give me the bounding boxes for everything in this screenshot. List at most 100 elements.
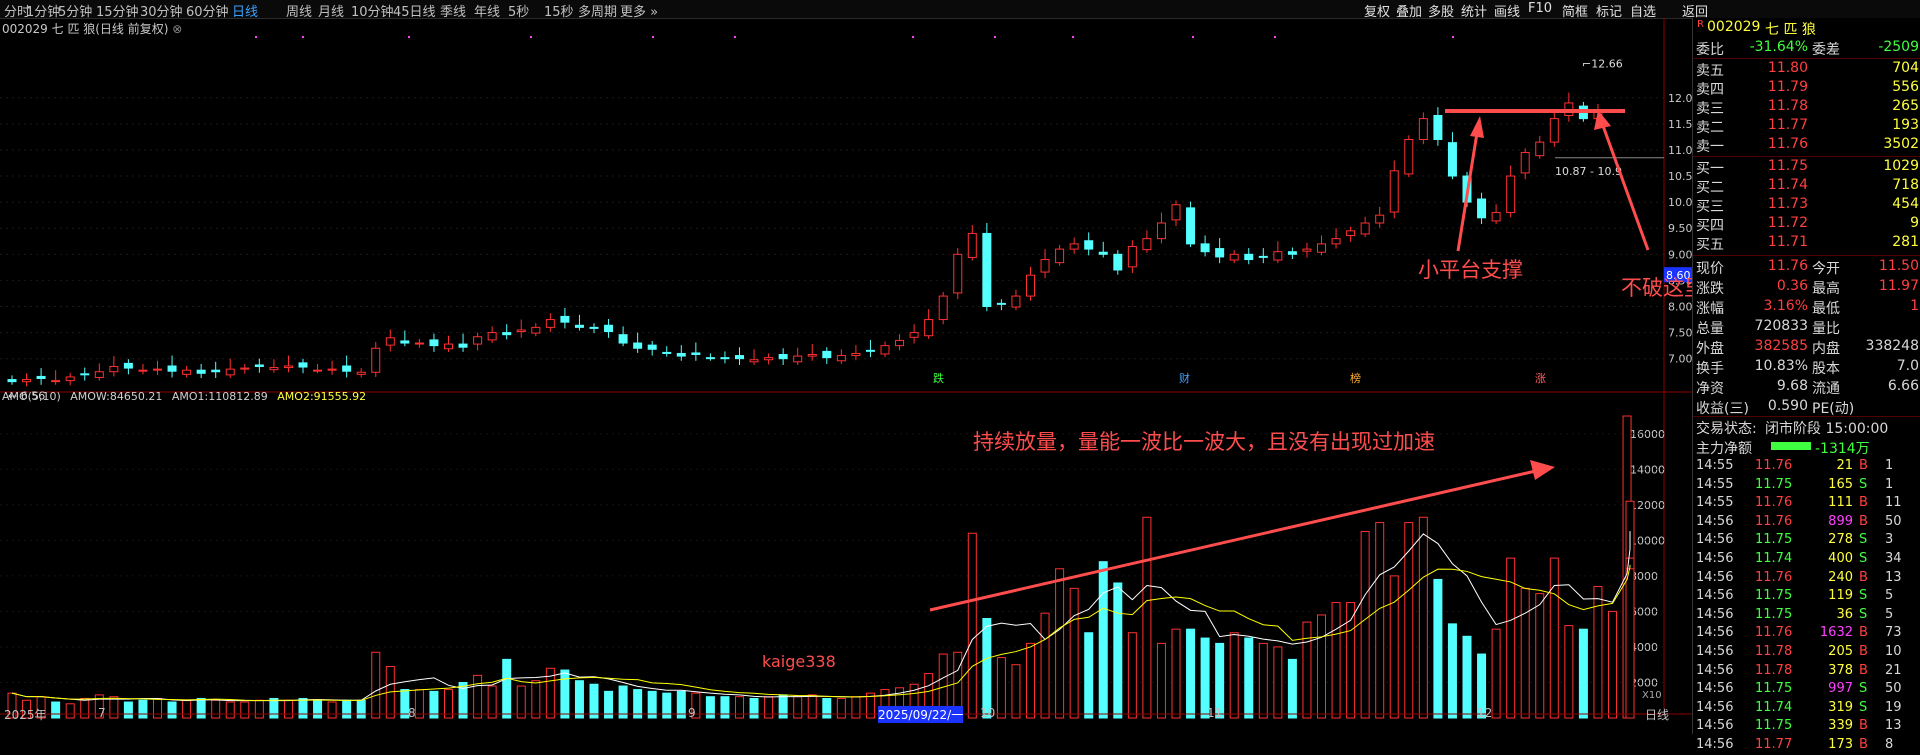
trade-row: 14:55 11.76 21 B 1 xyxy=(1696,458,1894,473)
trade-row: 14:56 11.76 240 B 13 xyxy=(1696,569,1902,585)
top-dot xyxy=(1072,36,1074,38)
trade-row: 14:56 11.78 205 B 10 xyxy=(1696,644,1902,659)
top-dot xyxy=(912,36,914,38)
price-tick: 10.00 xyxy=(1668,196,1692,209)
candle xyxy=(1302,248,1312,252)
separator xyxy=(1693,255,1920,256)
x-label: 9 xyxy=(688,706,696,720)
trade-row: 14:56 11.74 319 S 19 xyxy=(1696,699,1902,715)
candle xyxy=(225,368,235,376)
ask-level: 卖一 11.76 3502 xyxy=(1696,136,1919,155)
volume-bar xyxy=(720,696,730,719)
candle xyxy=(109,366,119,373)
candle xyxy=(1331,238,1341,245)
period-label: 日线 xyxy=(1645,708,1670,722)
candle xyxy=(1011,295,1021,308)
candle xyxy=(735,355,744,360)
candle xyxy=(1200,243,1210,253)
volume-bar xyxy=(240,701,250,719)
ask-level: 卖四 11.79 556 xyxy=(1696,79,1919,98)
volume-bar xyxy=(196,697,206,719)
range-label: 10.87 - 10.9 xyxy=(1555,165,1622,178)
amo-tick: 12000 xyxy=(1630,499,1665,512)
high-price-label: ⌐12.66 xyxy=(1582,57,1623,70)
volume-bar xyxy=(167,701,177,719)
candle xyxy=(254,364,264,368)
price-tick: 10.50 xyxy=(1668,170,1692,183)
quote-stat: 外盘 382585 内盘 338248 xyxy=(1696,338,1919,357)
bid-level: 买五 11.71 281 xyxy=(1696,234,1919,253)
volume-bar xyxy=(473,674,483,719)
volume-bar xyxy=(1084,632,1094,719)
top-dot xyxy=(408,36,410,38)
volume-bar xyxy=(778,694,788,719)
volume-bar xyxy=(1317,614,1326,719)
ask-level: 卖五 11.80 704 xyxy=(1696,60,1919,79)
volume-bar xyxy=(1055,568,1065,719)
trade-row: 14:56 11.78 378 B 21 xyxy=(1696,662,1902,678)
candle xyxy=(967,232,977,258)
amo-tick: 10000 xyxy=(1630,534,1665,547)
candle xyxy=(662,351,672,354)
candle xyxy=(502,332,512,336)
volume-bar xyxy=(1578,628,1588,719)
candle xyxy=(1040,259,1050,273)
candle xyxy=(153,368,162,371)
volume-bar xyxy=(254,699,264,719)
trade-row: 14:56 11.75 997 S 50 xyxy=(1696,681,1902,697)
candle xyxy=(1491,212,1501,222)
volume-bar xyxy=(283,699,293,719)
volume-bar xyxy=(851,696,861,719)
trade-row: 14:56 11.74 400 S 34 xyxy=(1696,551,1902,566)
candle xyxy=(313,369,323,372)
toolbar-button-5[interactable]: F10 xyxy=(1528,1,1552,16)
amo1-line xyxy=(11,531,1631,702)
volume-bar xyxy=(749,697,759,719)
candle xyxy=(807,354,817,357)
candle xyxy=(604,324,614,333)
volume-bar xyxy=(1156,642,1166,719)
x-label: 2025/09/22/一 xyxy=(878,706,964,723)
candle xyxy=(22,379,32,383)
volume-bar xyxy=(269,697,279,719)
volume-bar xyxy=(1608,610,1617,719)
x-label: 11 xyxy=(1207,706,1223,720)
candle xyxy=(938,295,948,321)
event-marker: 涨 xyxy=(1535,372,1546,385)
candle xyxy=(211,369,221,373)
quote-stat: 涨幅 3.16% 最低 1 xyxy=(1696,298,1919,317)
candle xyxy=(182,369,192,375)
candle xyxy=(647,344,657,350)
candle xyxy=(705,357,715,360)
candle xyxy=(123,362,133,369)
quote-stat: 总量 720833 量比 xyxy=(1696,318,1840,337)
volume-bar xyxy=(793,696,803,719)
volume-bar xyxy=(371,651,381,719)
watermark: kaige338 xyxy=(762,652,836,671)
volume-bar xyxy=(342,699,352,719)
volume-bar xyxy=(123,701,133,719)
volume-bar xyxy=(1549,557,1559,719)
kline-chart[interactable]: 12.0011.5011.0010.5010.009.509.008.508.0… xyxy=(0,18,1692,734)
top-dot xyxy=(255,36,257,38)
candle xyxy=(1127,245,1137,268)
candle xyxy=(1244,253,1254,261)
candle xyxy=(764,357,774,361)
bid-level: 买一 11.75 1029 xyxy=(1696,158,1919,177)
candle xyxy=(1055,248,1065,264)
candle xyxy=(909,332,919,338)
candle xyxy=(1186,207,1196,245)
candle xyxy=(65,376,75,382)
volume-bar xyxy=(836,697,846,719)
volume-bar xyxy=(298,697,308,719)
candle xyxy=(1447,142,1457,177)
candle xyxy=(167,365,177,372)
candle xyxy=(1520,152,1530,174)
candle xyxy=(516,329,526,333)
candle xyxy=(385,337,395,346)
candle xyxy=(1317,243,1326,253)
candle xyxy=(560,315,570,323)
candle xyxy=(836,355,846,362)
volume-bar xyxy=(1273,646,1283,719)
candle xyxy=(429,339,439,347)
